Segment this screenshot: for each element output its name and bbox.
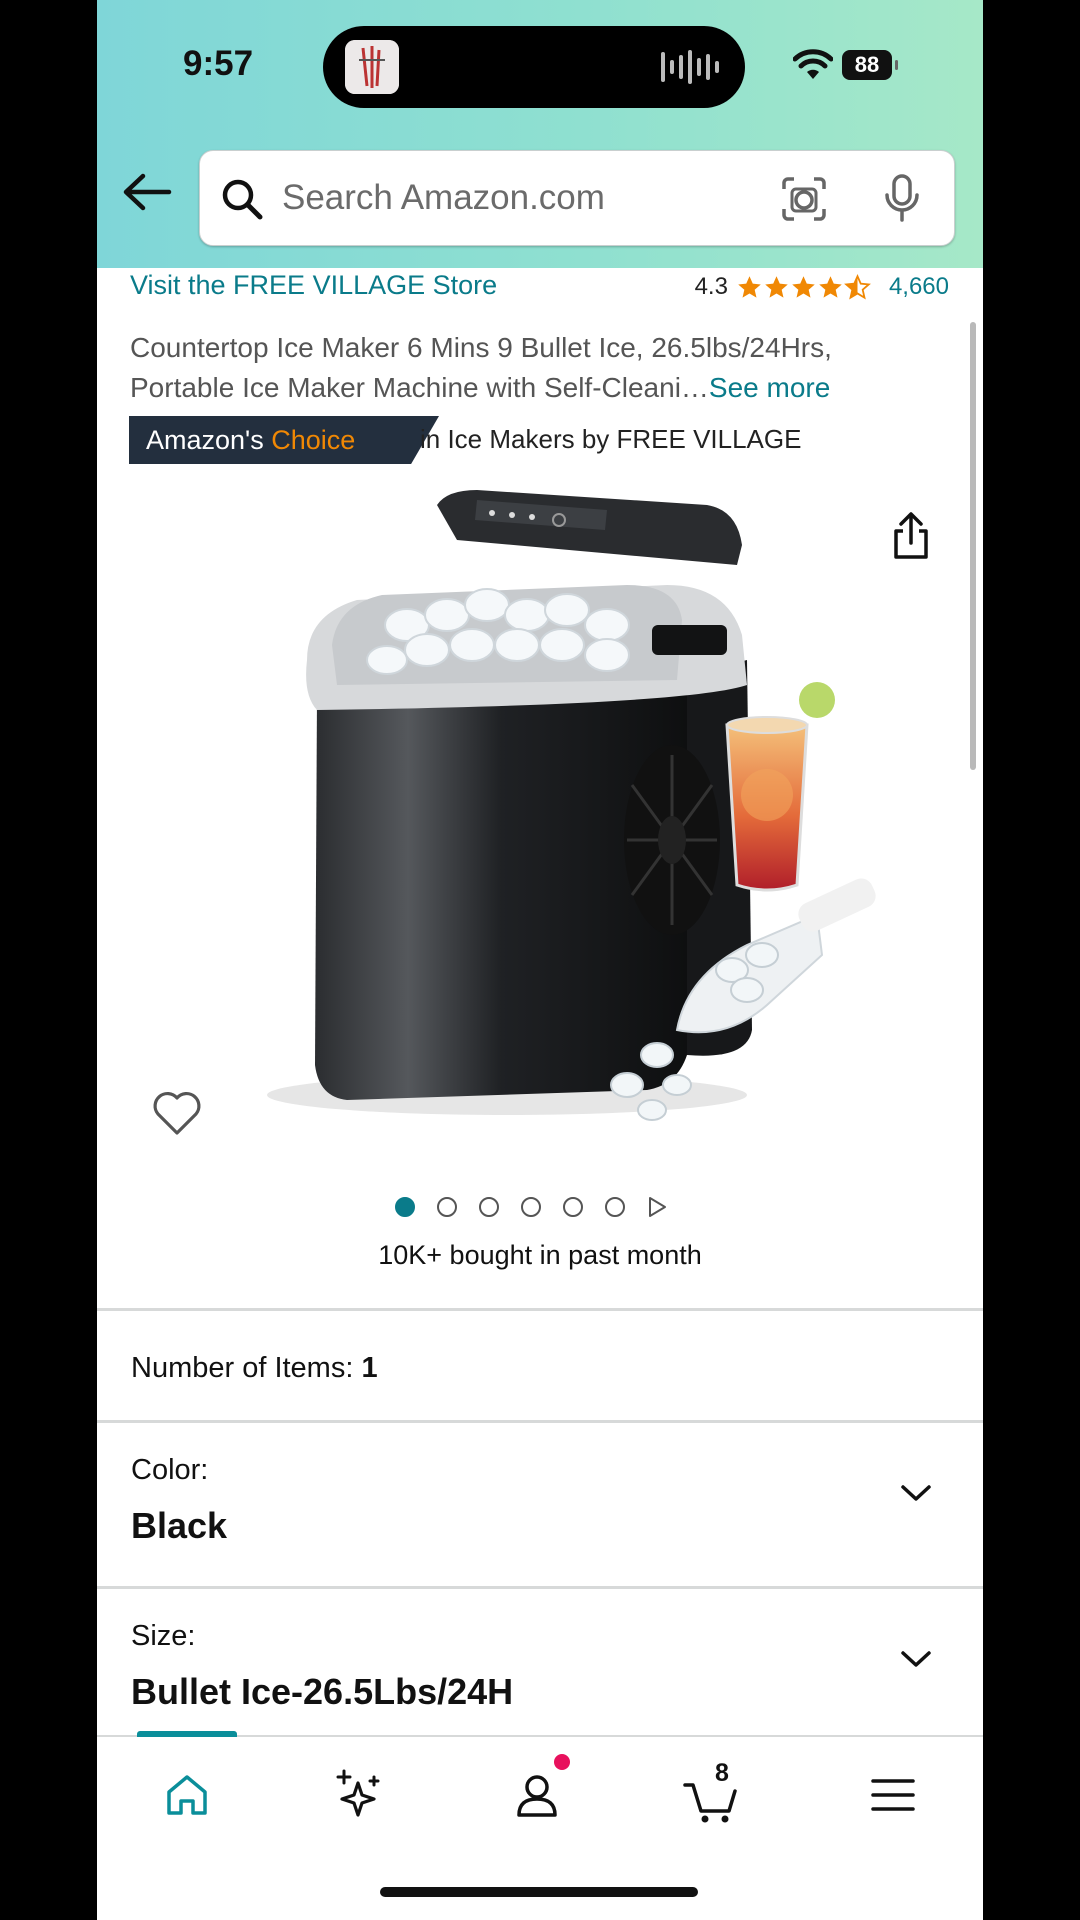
star-half-icon: [844, 273, 871, 299]
image-dot[interactable]: [479, 1197, 499, 1217]
chevron-down-icon[interactable]: [899, 1648, 933, 1670]
color-label: Color:: [131, 1454, 209, 1486]
store-link[interactable]: Visit the FREE VILLAGE Store: [130, 270, 497, 301]
rating-stars: [736, 273, 871, 301]
number-of-items-label: Number of Items:: [131, 1352, 354, 1384]
divider: [97, 1420, 983, 1423]
search-icon: [222, 179, 263, 220]
product-title[interactable]: Countertop Ice Maker 6 Mins 9 Bullet Ice…: [130, 328, 930, 408]
image-dot[interactable]: [437, 1197, 457, 1217]
badge-accent: Choice: [271, 425, 356, 455]
scrollbar[interactable]: [970, 322, 976, 770]
size-label: Size:: [131, 1620, 196, 1652]
wishlist-heart-icon[interactable]: [151, 1088, 203, 1138]
chevron-down-icon[interactable]: [899, 1482, 933, 1504]
star-full-icon: [792, 275, 815, 298]
product-image[interactable]: [207, 485, 887, 1145]
star-full-icon: [765, 275, 788, 298]
audio-wave-icon: [661, 48, 719, 86]
header: 9:57 88: [97, 0, 983, 268]
divider: [97, 1586, 983, 1589]
account-icon[interactable]: [507, 1765, 567, 1825]
star-full-icon: [819, 275, 842, 298]
now-playing-thumbnail: [345, 40, 399, 94]
cart-count: 8: [715, 1759, 729, 1787]
star-full-icon: [738, 275, 761, 298]
bought-count: 10K+ bought in past month: [378, 1240, 702, 1270]
number-of-items-row[interactable]: Number of Items: 1: [131, 1352, 378, 1385]
rating-value: 4.3: [694, 273, 728, 300]
app-screen: 9:57 88 Search Amazon.com Visit the FREE…: [97, 0, 983, 1920]
notification-dot: [554, 1754, 570, 1770]
status-time: 9:57: [183, 44, 254, 83]
cart-icon: [683, 1783, 737, 1823]
share-icon[interactable]: [890, 511, 932, 561]
image-dot-active[interactable]: [395, 1197, 415, 1217]
image-dot[interactable]: [605, 1197, 625, 1217]
back-arrow-icon[interactable]: [121, 170, 173, 214]
menu-icon[interactable]: [863, 1765, 923, 1825]
image-dot[interactable]: [521, 1197, 541, 1217]
home-indicator[interactable]: [380, 1887, 698, 1897]
divider: [97, 1308, 983, 1311]
wifi-icon: [793, 49, 833, 79]
badge-prefix: Amazon's: [146, 425, 272, 455]
battery-indicator: 88: [842, 50, 898, 80]
rating-summary[interactable]: 4.3 4,660: [695, 273, 949, 301]
see-more-link[interactable]: See more: [709, 372, 830, 403]
number-of-items-value: 1: [361, 1352, 378, 1384]
play-next-icon[interactable]: [647, 1196, 667, 1218]
amazons-choice-badge: Amazon's Choice: [129, 416, 439, 464]
rating-count: 4,660: [888, 273, 949, 300]
ai-sparkle-icon[interactable]: [330, 1765, 390, 1825]
search-input[interactable]: [282, 151, 752, 245]
search-bar[interactable]: [199, 150, 955, 246]
cart-button[interactable]: 8: [681, 1759, 741, 1825]
color-value[interactable]: Black: [131, 1505, 227, 1547]
badge-category[interactable]: in Ice Makers by FREE VILLAGE: [420, 424, 801, 455]
image-dot[interactable]: [563, 1197, 583, 1217]
size-value[interactable]: Bullet Ice-26.5Lbs/24H: [131, 1671, 513, 1713]
camera-scan-icon[interactable]: [780, 175, 828, 223]
home-icon[interactable]: [157, 1765, 217, 1825]
dynamic-island: [323, 26, 745, 108]
active-tab-indicator: [137, 1731, 237, 1737]
image-pagination[interactable]: [395, 1196, 667, 1218]
microphone-icon[interactable]: [882, 173, 922, 223]
